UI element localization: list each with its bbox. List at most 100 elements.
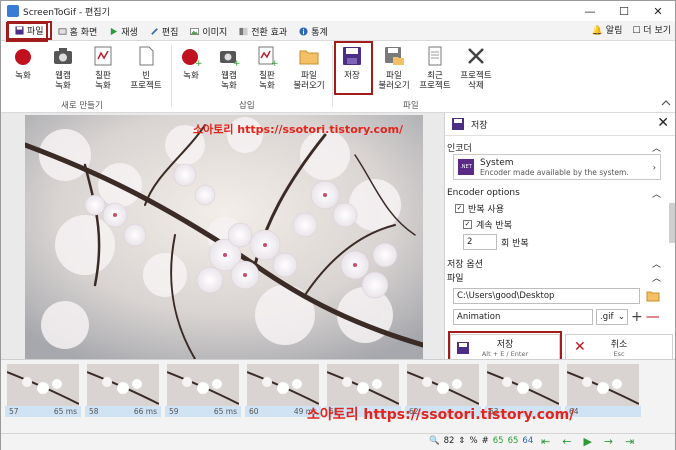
repeat-count-input[interactable]: 2 <box>463 234 497 250</box>
webcam-label-1: 웹캠 <box>55 71 71 81</box>
panel-close-icon[interactable]: ✕ <box>657 115 669 131</box>
insert-file-label-2: 불러오기 <box>293 81 325 91</box>
remove-icon[interactable]: — <box>646 309 660 325</box>
recent-icon <box>428 46 442 66</box>
group-label-new: 새로 만들기 <box>61 101 103 111</box>
load-file-button[interactable]: 파일 불러오기 <box>372 45 416 91</box>
frame-thumbnail[interactable]: 58 66 ms <box>85 364 161 418</box>
editor-window: ScreenToGif - 편집기 — ☐ ✕ 파일 홈 화면 재생 편집 이미… <box>0 0 676 450</box>
tab-playback-label: 재생 <box>121 27 138 38</box>
minimize-button[interactable]: — <box>573 1 607 21</box>
alerts-button[interactable]: 🔔 알림 <box>592 23 623 36</box>
delete-project-button[interactable]: 프로젝트 삭제 <box>453 45 499 91</box>
chevron-up-icon: ︿ <box>651 273 661 284</box>
frame-thumbnail[interactable]: 59 65 ms <box>165 364 241 418</box>
status-bar: 🔍 82 ⇕ % # 65 65 64 ⇤ ← ▶ → ⇥ <box>1 433 675 450</box>
recent-label-1: 최근 <box>427 71 443 81</box>
blank-document-icon <box>139 46 154 66</box>
load-file-label-1: 파일 <box>386 71 402 81</box>
frame-thumbnail[interactable]: 57 65 ms <box>5 364 81 418</box>
tab-edit-label: 편집 <box>161 27 179 38</box>
canvas-watermark: 소아토리 https://ssotori.tistory.com/ <box>193 123 404 136</box>
extension-select[interactable]: .gif ⌄ <box>596 309 628 325</box>
check-icon: ✓ <box>455 203 464 213</box>
folder-path-input[interactable]: C:\Users\good\Desktop <box>453 288 640 304</box>
play-icon[interactable]: ▶ <box>583 435 591 448</box>
recent-projects-button[interactable]: 최근 프로젝트 <box>413 45 457 91</box>
encoder-header: 인코더 <box>447 143 472 154</box>
frame-strip: 57 65 ms 58 66 ms 59 65 ms 60 49 ms 61 62 63 <box>1 359 675 423</box>
insert-board-button[interactable]: + 칠판 녹화 <box>245 45 289 91</box>
blossom-photo <box>25 115 423 359</box>
collapse-ribbon-icon[interactable] <box>661 99 671 107</box>
blossom-thumbnail <box>7 364 79 406</box>
window-title: ScreenToGif - 편집기 <box>23 7 110 18</box>
file-section-header[interactable]: 파일 ︿ <box>445 270 675 284</box>
frame-thumbnail[interactable]: 64 <box>565 364 641 418</box>
frame-number: 57 <box>9 407 19 416</box>
extension-value: .gif <box>600 312 614 322</box>
record-button[interactable]: 녹화 <box>1 45 45 81</box>
close-button[interactable]: ✕ <box>641 1 675 21</box>
frame-number: 59 <box>169 407 179 416</box>
maximize-button[interactable]: ☐ <box>607 1 641 21</box>
blossom-thumbnail <box>167 364 239 406</box>
board-label-2: 녹화 <box>95 81 111 91</box>
panel-header: 저장 ✕ <box>445 113 675 135</box>
play-icon <box>111 27 118 35</box>
chevron-up-icon: ︿ <box>651 259 661 270</box>
zoom-value[interactable]: 82 <box>444 436 455 446</box>
board-record-button[interactable]: 칠판 녹화 <box>81 45 125 91</box>
loop-forever-checkbox[interactable]: ✓ 계속 반복 <box>463 216 675 232</box>
encoder-name: System <box>480 157 514 168</box>
encoder-selector[interactable]: .NET System Encoder made available by th… <box>453 154 661 180</box>
footer-watermark: 소아토리 https://ssotori.tistory.com/ <box>307 407 575 423</box>
frame-canvas: 소아토리 https://ssotori.tistory.com/ <box>25 115 423 359</box>
save-open-icon <box>385 47 404 65</box>
tab-edit[interactable]: 편집 <box>144 22 185 40</box>
filename-input[interactable]: Animation <box>453 309 593 325</box>
save-options-section-header[interactable]: 저장 옵션 ︿ <box>445 256 675 270</box>
loop-checkbox[interactable]: ✓ 반복 사용 <box>455 200 675 216</box>
add-icon[interactable]: + <box>631 309 643 325</box>
tab-transitions[interactable]: 전환 효과 <box>233 22 293 40</box>
tab-playback[interactable]: 재생 <box>103 22 144 40</box>
options-header: Encoder options <box>447 188 520 198</box>
image-icon <box>190 27 200 35</box>
save-button-highlight <box>448 331 562 361</box>
board-icon <box>94 46 112 66</box>
first-frame-icon[interactable]: ⇤ <box>541 435 550 448</box>
previous-frame-icon[interactable]: ← <box>562 435 571 448</box>
tab-home[interactable]: 홈 화면 <box>52 22 104 40</box>
insert-board-label-1: 칠판 <box>259 71 275 81</box>
encoder-section-header[interactable]: 인코더 ︿ <box>445 140 675 154</box>
zoom-spin-icon[interactable]: ⇕ <box>458 436 465 446</box>
encoder-description: Encoder made available by the system. <box>480 167 629 177</box>
tab-image-label: 이미지 <box>202 27 228 38</box>
pencil-icon <box>150 27 158 35</box>
panel-cancel-button[interactable]: ✕ 취소 Esc <box>565 334 673 360</box>
ribbon: 녹화 웹캠 녹화 칠판 녹화 빈 프로젝트 새로 만들기 + 녹화 + 웹캠 녹… <box>1 41 675 113</box>
loop-label: 반복 사용 <box>468 204 504 215</box>
zoom-icon[interactable]: 🔍 <box>429 436 440 446</box>
blossom-thumbnail <box>87 364 159 406</box>
more-label: 더 보기 <box>643 26 671 36</box>
folder-icon[interactable] <box>646 290 660 302</box>
webcam-record-button[interactable]: 웹캠 녹화 <box>41 45 85 91</box>
camera-add-icon: + <box>220 51 241 69</box>
delete-label-2: 삭제 <box>468 81 484 91</box>
chevron-down-icon: ⌄ <box>617 312 625 322</box>
repeat-label: 회 반복 <box>501 238 529 249</box>
next-frame-icon[interactable]: → <box>604 435 613 448</box>
panel-title: 저장 <box>471 120 488 131</box>
more-button[interactable]: ☐ 더 보기 <box>632 23 671 36</box>
tab-statistics[interactable]: 통계 <box>293 22 334 40</box>
blank-project-button[interactable]: 빈 프로젝트 <box>121 45 171 91</box>
last-frame-icon[interactable]: ⇥ <box>625 435 634 448</box>
tab-image[interactable]: 이미지 <box>184 22 233 40</box>
options-section-header[interactable]: Encoder options ︿ <box>445 186 675 200</box>
save-panel: 저장 ✕ 인코더 ︿ .NET System Encoder made avail… <box>444 113 675 361</box>
panel-scrollbar[interactable] <box>669 203 675 243</box>
insert-file-button[interactable]: 파일 불러오기 <box>286 45 332 91</box>
file-tab-highlight <box>6 22 48 42</box>
